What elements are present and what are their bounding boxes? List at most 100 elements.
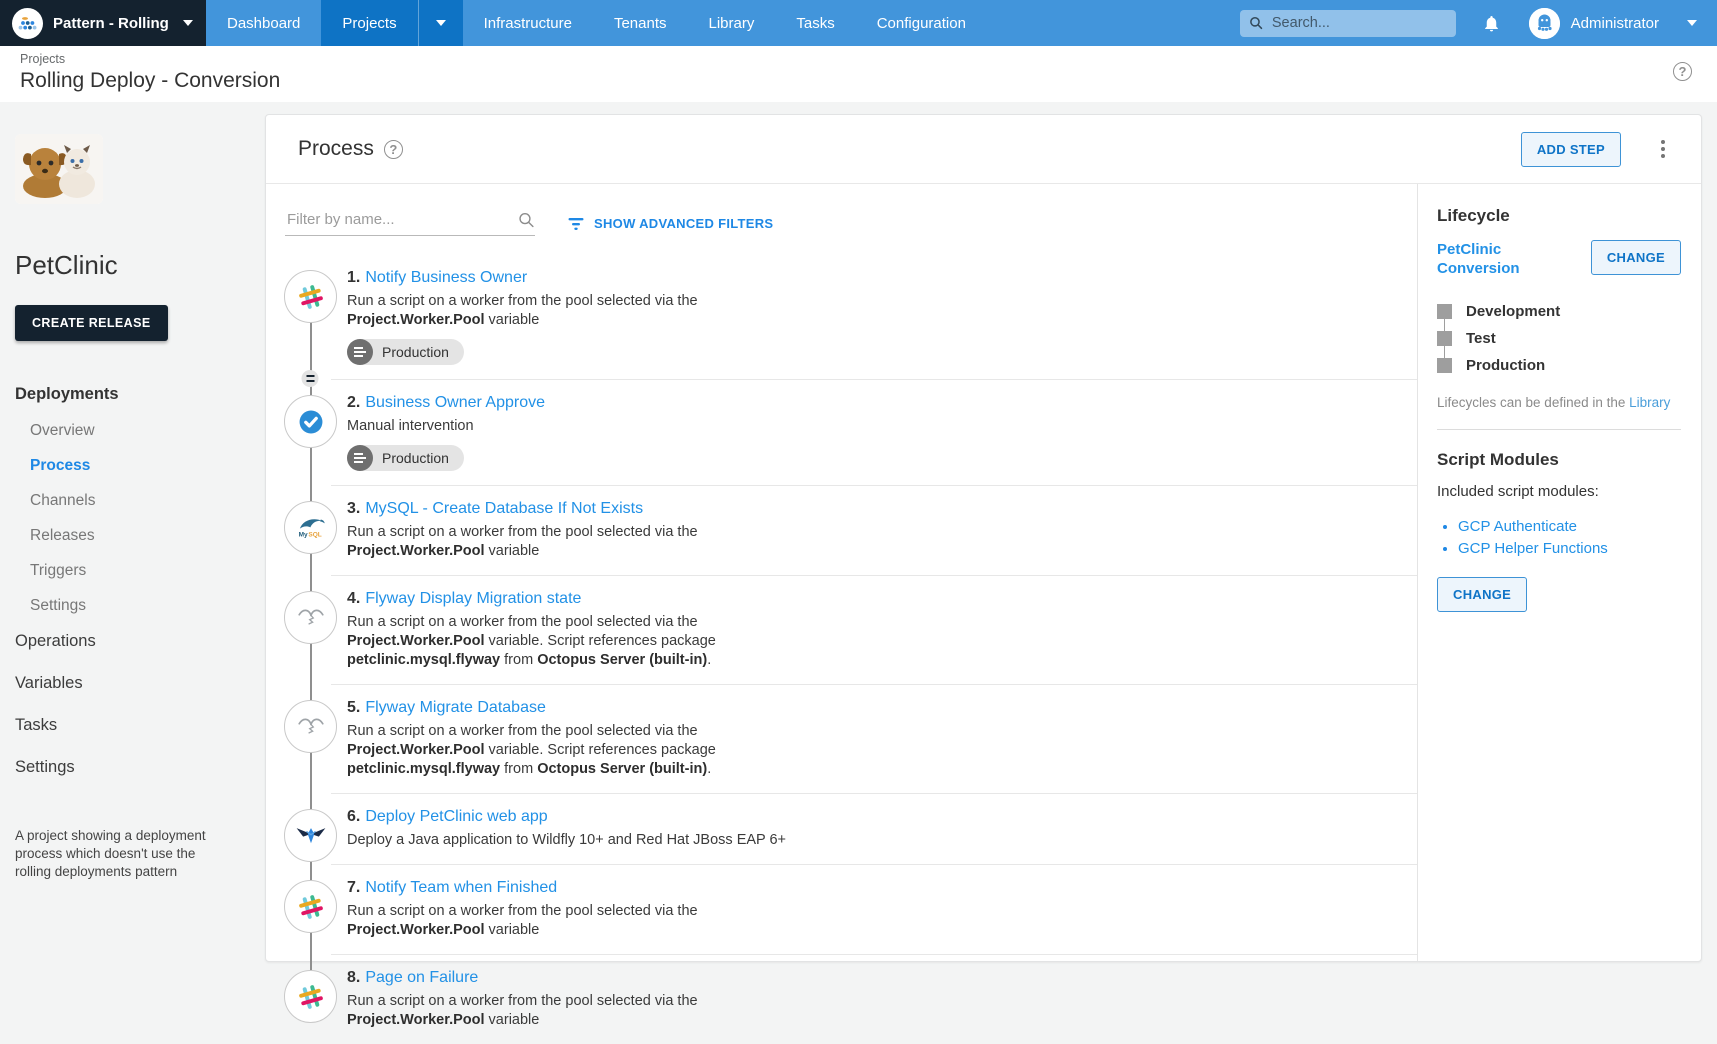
notifications-bell-icon[interactable] xyxy=(1482,13,1501,34)
step-title: 3.MySQL - Create Database If Not Exists xyxy=(347,500,1393,518)
nav-item-tasks[interactable]: Tasks xyxy=(775,0,855,46)
search-icon xyxy=(1249,15,1263,31)
sidebar-item-variables[interactable]: Variables xyxy=(15,674,250,693)
row-divider xyxy=(331,575,1417,576)
step-description: Run a script on a worker from the pool s… xyxy=(347,613,829,670)
process-help-icon[interactable]: ? xyxy=(384,140,403,159)
show-advanced-filters[interactable]: SHOW ADVANCED FILTERS xyxy=(567,215,773,231)
step-name-link[interactable]: Page on Failure xyxy=(365,969,478,986)
sidebar-item-releases[interactable]: Releases xyxy=(30,527,250,545)
search-icon xyxy=(518,211,535,229)
phase-label: Test xyxy=(1466,330,1496,347)
step-description: Deploy a Java application to Wildfly 10+… xyxy=(347,831,829,850)
search-input[interactable] xyxy=(1270,14,1447,32)
step-description: Run a script on a worker from the pool s… xyxy=(347,992,829,1030)
nav-item-infrastructure[interactable]: Infrastructure xyxy=(463,0,593,46)
step-number: 1. xyxy=(347,269,360,286)
create-release-button[interactable]: CREATE RELEASE xyxy=(15,305,168,341)
user-avatar[interactable] xyxy=(1529,8,1560,39)
step-name-link[interactable]: MySQL - Create Database If Not Exists xyxy=(365,500,643,517)
environment-chip: Production xyxy=(347,445,464,471)
step-number: 4. xyxy=(347,590,360,607)
step-description: Run a script on a worker from the pool s… xyxy=(347,523,829,561)
nav-item-label: Tasks xyxy=(796,15,834,32)
sidebar-item-channels[interactable]: Channels xyxy=(30,492,250,510)
step-description: Run a script on a worker from the pool s… xyxy=(347,292,829,330)
library-link[interactable]: Library xyxy=(1629,395,1670,410)
nav-item-tenants[interactable]: Tenants xyxy=(593,0,688,46)
wildfly-icon xyxy=(284,809,337,862)
lifecycle-note: Lifecycles can be defined in the Library xyxy=(1437,395,1681,410)
project-logo-image xyxy=(15,134,103,204)
filter-input[interactable] xyxy=(285,210,518,229)
lifecycle-phase-production: Production xyxy=(1437,352,1681,379)
row-divider xyxy=(331,793,1417,794)
sidebar-item-tasks[interactable]: Tasks xyxy=(15,716,250,735)
nav-item-configuration[interactable]: Configuration xyxy=(856,0,987,46)
sidebar-item-triggers[interactable]: Triggers xyxy=(30,562,250,580)
process-card: Process ? ADD STEP SHOW ADVANCED FILTERS xyxy=(265,114,1702,962)
step-name-link[interactable]: Business Owner Approve xyxy=(365,394,545,411)
page-title: Rolling Deploy - Conversion xyxy=(20,69,280,93)
sidebar-item-settings[interactable]: Settings xyxy=(30,597,250,615)
phase-square-icon xyxy=(1437,304,1452,319)
step-name-link[interactable]: Notify Business Owner xyxy=(365,269,527,286)
project-switcher[interactable]: Pattern - Rolling xyxy=(0,0,206,46)
step-title: 8. Page on Failure xyxy=(347,969,1393,987)
sidebar-item-overview[interactable]: Overview xyxy=(30,422,250,440)
octopus-logo-icon xyxy=(12,8,43,39)
sidebar-group-deployments: Deployments xyxy=(15,385,250,404)
step-name-link[interactable]: Flyway Migrate Database xyxy=(365,699,546,716)
add-step-button[interactable]: ADD STEP xyxy=(1521,132,1621,167)
chevron-down-icon[interactable] xyxy=(1687,20,1697,26)
step-row: 1. Notify Business Owner Run a script on a… xyxy=(266,254,1417,379)
page-help-icon[interactable]: ? xyxy=(1673,62,1692,81)
mysql-icon: MySQL xyxy=(284,501,337,554)
environment-chip-label: Production xyxy=(382,344,449,360)
step-title: 7.Notify Team when Finished xyxy=(347,879,1393,897)
process-side-panel: Lifecycle PetClinic Conversion CHANGE De… xyxy=(1417,184,1701,961)
sidebar-item-settings[interactable]: Settings xyxy=(15,758,250,777)
slack-icon xyxy=(284,270,337,323)
nav-item-label: Dashboard xyxy=(227,15,300,32)
step-name-link[interactable]: Notify Team when Finished xyxy=(365,879,557,896)
manual-intervention-icon xyxy=(284,395,337,448)
nav-right: Administrator xyxy=(1240,0,1717,46)
environment-chip-label: Production xyxy=(382,450,449,466)
step-row: 2.Business Owner ApproveManual intervent… xyxy=(266,379,1417,485)
step-number: 6. xyxy=(347,808,360,825)
sidebar-item-operations[interactable]: Operations xyxy=(15,632,250,651)
nav-item-label: Projects xyxy=(342,15,396,32)
nav-item-projects[interactable]: Projects xyxy=(321,0,417,46)
global-search[interactable] xyxy=(1240,10,1456,37)
script-module-link[interactable]: GCP Authenticate xyxy=(1458,518,1577,535)
process-title: Process xyxy=(298,137,374,161)
phase-square-icon xyxy=(1437,331,1452,346)
nav-item-label: Infrastructure xyxy=(484,15,572,32)
change-script-modules-button[interactable]: CHANGE xyxy=(1437,577,1527,612)
step-row: 6. Deploy PetClinic web app Deploy a Java … xyxy=(266,793,1417,864)
user-menu[interactable]: Administrator xyxy=(1571,15,1659,32)
lifecycle-name-link[interactable]: PetClinic Conversion xyxy=(1437,240,1557,278)
advanced-filters-label: SHOW ADVANCED FILTERS xyxy=(594,216,773,231)
sidebar-item-process[interactable]: Process xyxy=(30,457,250,475)
process-header: Process ? ADD STEP xyxy=(266,115,1701,184)
step-name-link[interactable]: Flyway Display Migration state xyxy=(365,590,581,607)
breadcrumb[interactable]: Projects xyxy=(20,52,65,66)
step-name-link[interactable]: Deploy PetClinic web app xyxy=(365,808,547,825)
overflow-menu-icon[interactable] xyxy=(1657,136,1669,162)
step-condition-badge xyxy=(302,370,319,387)
nav-item-dashboard[interactable]: Dashboard xyxy=(206,0,321,46)
nav-item-projects-dropdown[interactable] xyxy=(418,0,463,46)
filter-by-name[interactable] xyxy=(285,210,535,236)
chevron-down-icon xyxy=(183,20,193,26)
step-row: MySQL 3.MySQL - Create Database If Not Ex… xyxy=(266,485,1417,575)
script-module-link[interactable]: GCP Helper Functions xyxy=(1458,540,1608,557)
row-divider xyxy=(331,864,1417,865)
nav-item-library[interactable]: Library xyxy=(688,0,776,46)
script-module-item: GCP Helper Functions xyxy=(1458,538,1681,560)
script-modules-list: GCP Authenticate GCP Helper Functions xyxy=(1437,516,1681,560)
step-number: 8. xyxy=(347,969,360,986)
breadcrumb-bar: Projects Rolling Deploy - Conversion ? xyxy=(0,46,1717,102)
change-lifecycle-button[interactable]: CHANGE xyxy=(1591,240,1681,275)
